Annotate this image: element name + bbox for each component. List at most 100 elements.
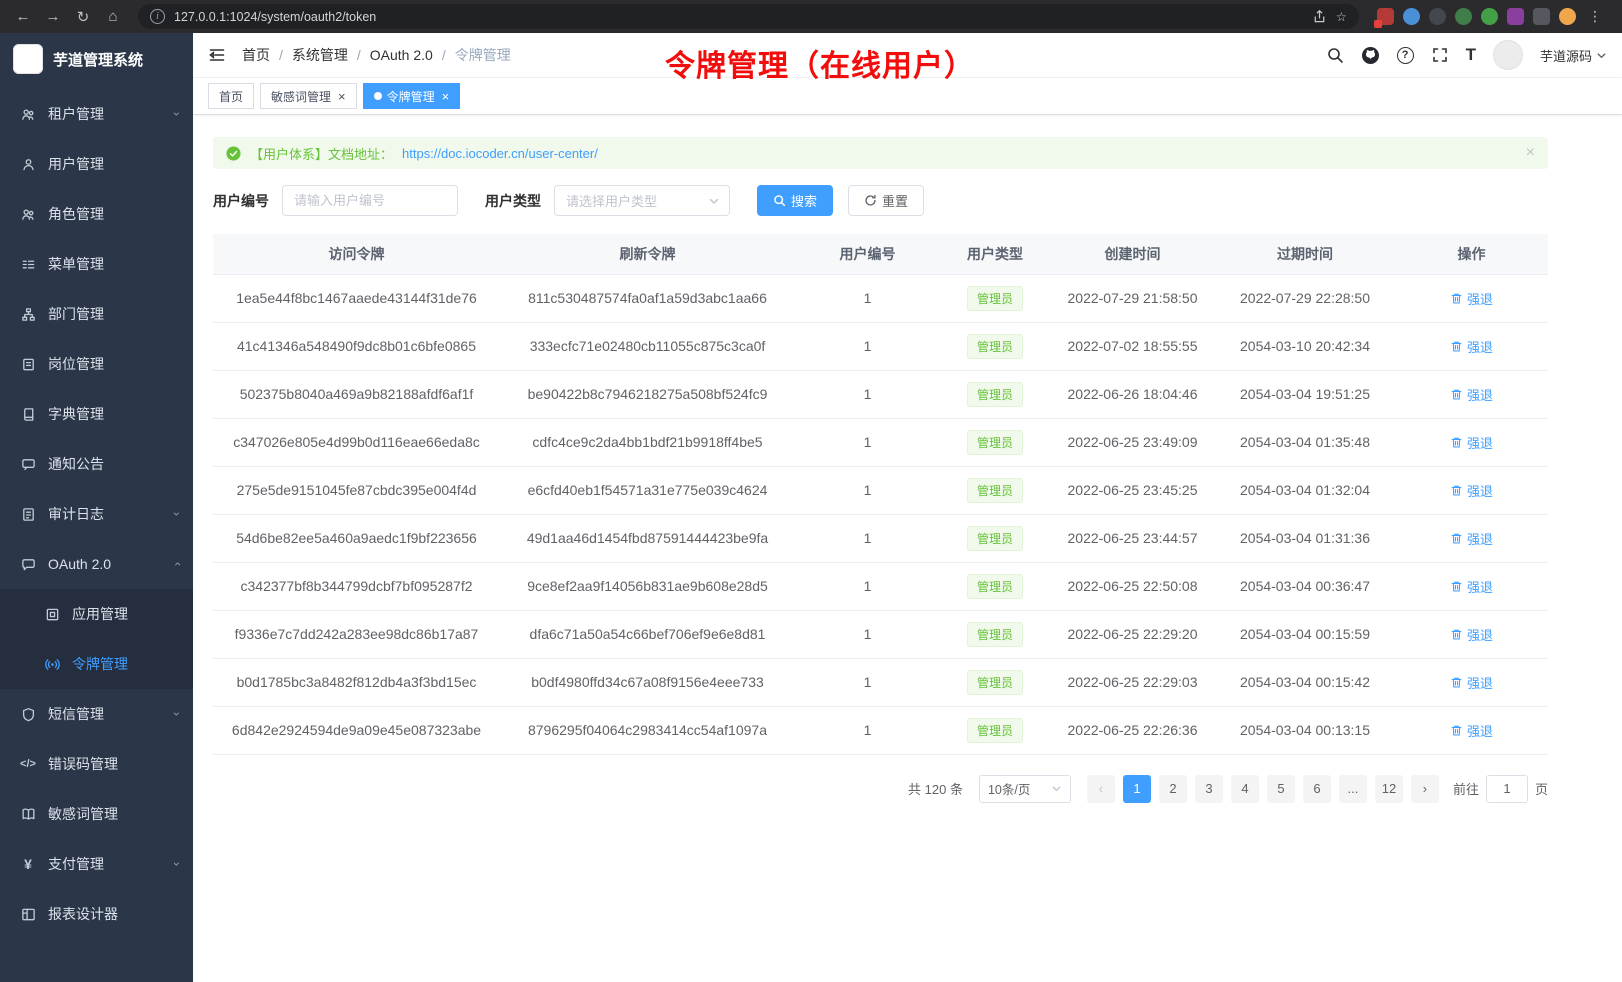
tab-close-icon[interactable]: ×	[442, 89, 450, 104]
browser-menu-icon[interactable]: ⋮	[1585, 8, 1606, 25]
alert-close-icon[interactable]: ×	[1526, 144, 1535, 162]
search-icon[interactable]	[1326, 46, 1344, 64]
sidebar-item-tenant[interactable]: 租户管理›	[0, 89, 193, 139]
extension-icon-1[interactable]	[1377, 8, 1394, 25]
browser-profile-avatar[interactable]	[1559, 8, 1576, 25]
page-button-2[interactable]: 2	[1159, 775, 1187, 803]
url-bar[interactable]: i 127.0.0.1:1024/system/oauth2/token ☆	[138, 4, 1359, 29]
prev-page-button[interactable]: ‹	[1087, 775, 1115, 803]
font-size-icon[interactable]: T	[1466, 45, 1476, 65]
sidebar-item-pay[interactable]: ¥支付管理›	[0, 839, 193, 889]
home-button[interactable]: ⌂	[100, 4, 126, 30]
action-cell: 强退	[1395, 322, 1548, 370]
extension-icon-2[interactable]	[1403, 8, 1420, 25]
breadcrumb-item-0[interactable]: 首页	[242, 45, 270, 65]
force-logout-button[interactable]: 强退	[1450, 481, 1493, 500]
top-header: 首页/系统管理/OAuth 2.0/令牌管理 ? T 芋道源码	[193, 33, 1622, 78]
page-more-button[interactable]: ...	[1339, 775, 1367, 803]
force-logout-button[interactable]: 强退	[1450, 721, 1493, 740]
sidebar-item-label: 审计日志	[48, 504, 163, 524]
force-logout-button[interactable]: 强退	[1450, 385, 1493, 404]
table-row: 6d842e2924594de9a09e45e087323abe8796295f…	[213, 706, 1548, 754]
collapse-sidebar-icon[interactable]	[208, 46, 226, 64]
force-logout-button[interactable]: 强退	[1450, 529, 1493, 548]
help-icon[interactable]: ?	[1397, 47, 1414, 64]
user-menu[interactable]: 芋道源码	[1540, 46, 1607, 65]
sidebar-item-post[interactable]: 岗位管理	[0, 339, 193, 389]
side-panel-icon[interactable]	[1533, 8, 1550, 25]
reset-button-label: 重置	[882, 191, 908, 210]
next-page-button[interactable]: ›	[1411, 775, 1439, 803]
sidebar-item-label: 敏感词管理	[48, 804, 179, 824]
expire-time-cell: 2054-03-10 20:42:34	[1215, 322, 1395, 370]
dict-icon	[20, 407, 36, 422]
back-button[interactable]: ←	[10, 4, 36, 30]
sidebar-item-notice[interactable]: 通知公告	[0, 439, 193, 489]
force-logout-button[interactable]: 强退	[1450, 433, 1493, 452]
user-type-select[interactable]: 请选择用户类型	[554, 185, 730, 216]
sidebar-item-user[interactable]: 用户管理	[0, 139, 193, 189]
page-button-5[interactable]: 5	[1267, 775, 1295, 803]
github-icon[interactable]	[1361, 46, 1380, 65]
sidebar-item-log[interactable]: 审计日志›	[0, 489, 193, 539]
pay-icon: ¥	[20, 856, 36, 872]
breadcrumb-item-1[interactable]: 系统管理	[292, 45, 348, 65]
user-id-cell: 1	[795, 370, 940, 418]
fullscreen-icon[interactable]	[1431, 46, 1449, 64]
extension-icon-4[interactable]	[1455, 8, 1472, 25]
sidebar-item-errcode[interactable]: </>错误码管理	[0, 739, 193, 789]
page-button-1[interactable]: 1	[1123, 775, 1151, 803]
user-avatar[interactable]	[1493, 40, 1523, 70]
tab-2[interactable]: 令牌管理×	[363, 83, 461, 109]
extensions-puzzle-icon[interactable]	[1507, 8, 1524, 25]
sidebar-item-dict[interactable]: 字典管理	[0, 389, 193, 439]
tab-0[interactable]: 首页	[208, 83, 254, 109]
trash-icon	[1450, 436, 1463, 449]
search-button-label: 搜索	[791, 191, 817, 210]
sidebar-item-menu[interactable]: 菜单管理	[0, 239, 193, 289]
page-button-4[interactable]: 4	[1231, 775, 1259, 803]
doc-link[interactable]: https://doc.iocoder.cn/user-center/	[402, 146, 598, 161]
notice-icon	[20, 457, 36, 472]
reload-button[interactable]: ↻	[70, 4, 96, 30]
search-button[interactable]: 搜索	[757, 185, 833, 216]
refresh-icon	[864, 194, 877, 207]
user-id-cell: 1	[795, 706, 940, 754]
user-id-input[interactable]	[282, 185, 458, 216]
expire-time-cell: 2054-03-04 01:32:04	[1215, 466, 1395, 514]
user-type-badge: 管理员	[967, 670, 1023, 695]
sidebar-item-role[interactable]: 角色管理	[0, 189, 193, 239]
sidebar-item-sms[interactable]: 短信管理›	[0, 689, 193, 739]
sidebar-item-report[interactable]: 报表设计器	[0, 889, 193, 939]
reset-button[interactable]: 重置	[848, 185, 924, 216]
bookmark-star-icon[interactable]: ☆	[1336, 9, 1347, 24]
tab-close-icon[interactable]: ×	[338, 89, 346, 104]
extension-icon-3[interactable]	[1429, 8, 1446, 25]
force-logout-button[interactable]: 强退	[1450, 673, 1493, 692]
refresh-token-cell: b0df4980ffd34c67a08f9156e4eee733	[500, 658, 795, 706]
force-logout-button[interactable]: 强退	[1450, 625, 1493, 644]
force-logout-label: 强退	[1467, 385, 1493, 404]
sidebar-item-dept[interactable]: 部门管理	[0, 289, 193, 339]
site-info-icon[interactable]: i	[150, 9, 165, 24]
force-logout-button[interactable]: 强退	[1450, 289, 1493, 308]
sidebar-item-app[interactable]: 应用管理	[0, 589, 193, 639]
sidebar-item-label: 报表设计器	[48, 904, 179, 924]
force-logout-button[interactable]: 强退	[1450, 577, 1493, 596]
tab-1[interactable]: 敏感词管理×	[260, 83, 357, 109]
extension-icon-5[interactable]	[1481, 8, 1498, 25]
forward-button[interactable]: →	[40, 4, 66, 30]
sidebar-item-token[interactable]: 令牌管理	[0, 639, 193, 689]
goto-page-input[interactable]	[1486, 775, 1528, 803]
sidebar-item-oauth[interactable]: OAuth 2.0›	[0, 539, 193, 589]
breadcrumb-item-2[interactable]: OAuth 2.0	[370, 47, 433, 63]
page-button-12[interactable]: 12	[1375, 775, 1403, 803]
page-size-select[interactable]: 10条/页	[979, 775, 1071, 803]
app-logo[interactable]: 芋道管理系统	[0, 33, 193, 85]
refresh-token-cell: 9ce8ef2aa9f14056b831ae9b608e28d5	[500, 562, 795, 610]
page-button-6[interactable]: 6	[1303, 775, 1331, 803]
page-button-3[interactable]: 3	[1195, 775, 1223, 803]
sidebar-item-sensitive[interactable]: 敏感词管理	[0, 789, 193, 839]
force-logout-button[interactable]: 强退	[1450, 337, 1493, 356]
share-icon[interactable]	[1312, 9, 1327, 24]
